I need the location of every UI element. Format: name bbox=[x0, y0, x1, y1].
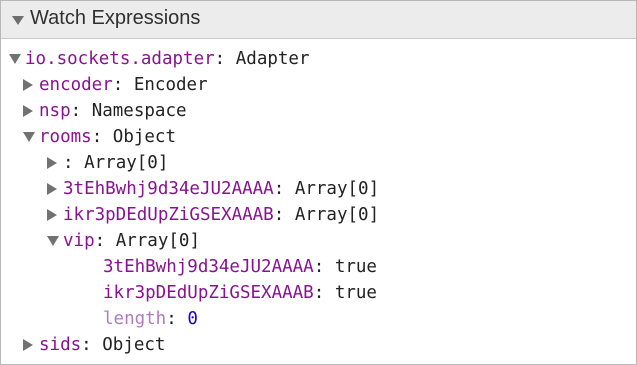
expand-arrow-icon[interactable] bbox=[23, 132, 35, 142]
collapse-arrow-icon[interactable] bbox=[23, 105, 33, 117]
property-key: nsp bbox=[39, 101, 71, 121]
property-key: 3tEhBwhj9d34eJU2AAAA bbox=[103, 257, 314, 277]
panel-title: Watch Expressions bbox=[30, 7, 201, 29]
tree-row-vip-3tehbwhj: 3tEhBwhj9d34eJU2AAAA: true bbox=[103, 257, 377, 277]
property-value: Object bbox=[102, 335, 166, 355]
property-value: Array[0] bbox=[294, 205, 380, 225]
watch-expressions-panel: Watch Expressions io.sockets.adapter: Ad… bbox=[0, 0, 637, 365]
property-key: io.sockets.adapter bbox=[25, 49, 215, 69]
collapse-arrow-icon[interactable] bbox=[47, 157, 57, 169]
property-value: Adapter bbox=[235, 49, 310, 69]
tree-row-vip-ikr3pdedup: ikr3pDEdUpZiGSEXAAAB: true bbox=[103, 283, 377, 303]
property-key: ikr3pDEdUpZiGSEXAAAB bbox=[103, 283, 314, 303]
property-value: Object bbox=[112, 127, 176, 147]
property-key: 3tEhBwhj9d34eJU2AAAA bbox=[63, 179, 274, 199]
collapse-arrow-icon[interactable] bbox=[23, 79, 33, 91]
property-value: Array[0] bbox=[84, 153, 169, 173]
property-key: ikr3pDEdUpZiGSEXAAAB bbox=[63, 205, 274, 225]
property-key: sids bbox=[39, 335, 82, 355]
expand-arrow-icon[interactable] bbox=[9, 54, 21, 64]
property-key: length bbox=[103, 309, 167, 329]
property-value: true bbox=[334, 257, 377, 277]
property-value: Namespace bbox=[91, 101, 187, 121]
property-value: Encoder bbox=[133, 75, 208, 95]
collapse-arrow-icon[interactable] bbox=[23, 339, 33, 351]
tree-row-vip-length: length: 0 bbox=[103, 309, 198, 329]
property-value: Array[0] bbox=[294, 179, 380, 199]
property-value: true bbox=[334, 283, 377, 303]
expand-arrow-icon[interactable] bbox=[47, 236, 59, 246]
property-value: Array[0] bbox=[115, 231, 200, 251]
property-key: vip bbox=[63, 231, 95, 251]
property-value: 0 bbox=[187, 309, 198, 329]
property-key: encoder bbox=[39, 75, 113, 95]
property-key: rooms bbox=[39, 127, 92, 147]
collapse-arrow-icon[interactable] bbox=[47, 209, 57, 221]
watch-expressions-header[interactable]: Watch Expressions bbox=[1, 1, 636, 39]
expand-arrow-icon[interactable] bbox=[12, 16, 24, 25]
collapse-arrow-icon[interactable] bbox=[47, 183, 57, 195]
